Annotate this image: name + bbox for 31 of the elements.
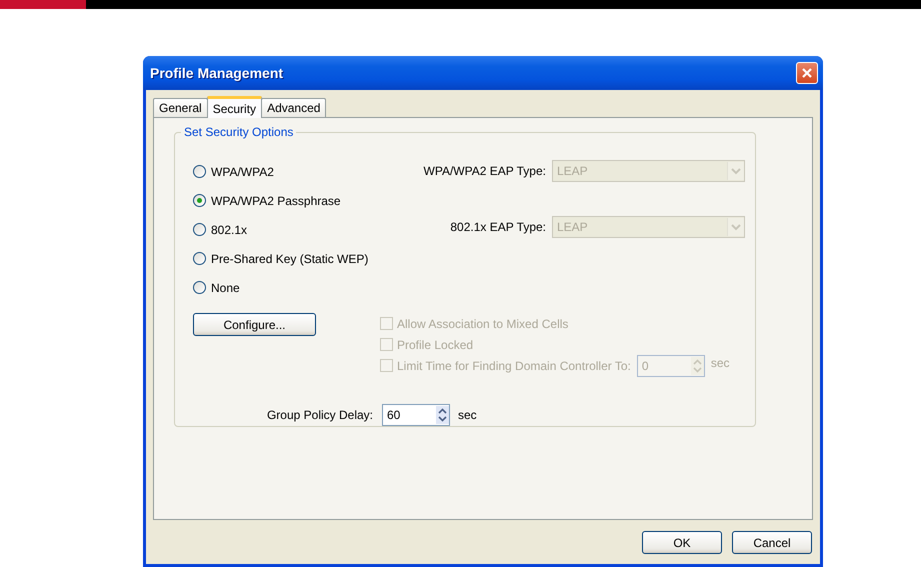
close-button[interactable] xyxy=(796,62,818,84)
radio-label: Pre-Shared Key (Static WEP) xyxy=(211,252,368,266)
tab[interactable]: General xyxy=(153,98,208,117)
spinner-arrows-icon xyxy=(436,406,449,424)
unit-label: sec xyxy=(710,356,730,370)
window-title: Profile Management xyxy=(150,65,284,81)
radio-label: None xyxy=(211,280,240,294)
radio-button[interactable] xyxy=(193,252,206,265)
radio-label: WPA/WPA2 Passphrase xyxy=(211,194,341,208)
checkbox-label: Profile Locked xyxy=(397,338,474,352)
group-title: Set Security Options xyxy=(181,125,296,139)
unit-label: sec xyxy=(458,408,477,422)
field-label: 802.1x EAP Type: xyxy=(450,220,546,234)
configure-button[interactable]: Configure... xyxy=(193,313,316,336)
radio-button[interactable] xyxy=(193,281,206,294)
checkbox-label: Limit Time for Finding Domain Controller To: xyxy=(397,358,631,372)
radio-button[interactable] xyxy=(193,165,206,178)
field-label: WPA/WPA2 EAP Type: xyxy=(424,164,546,178)
radio-label: WPA/WPA2 xyxy=(211,164,274,178)
radio-label: 802.1x xyxy=(211,222,248,236)
spinner-arrows-icon xyxy=(690,356,704,374)
close-icon xyxy=(801,67,813,79)
radio-button[interactable] xyxy=(193,223,206,236)
tab[interactable]: Advanced xyxy=(261,98,326,117)
ok-button[interactable]: OK xyxy=(642,531,722,554)
number-field[interactable]: 60 xyxy=(382,404,450,426)
cancel-button[interactable]: Cancel xyxy=(732,531,812,554)
field-label: Group Policy Delay: xyxy=(266,408,373,422)
tab[interactable]: Security xyxy=(206,96,262,118)
radio-button[interactable] xyxy=(193,194,206,207)
checkbox-label: Allow Association to Mixed Cells xyxy=(397,316,568,330)
